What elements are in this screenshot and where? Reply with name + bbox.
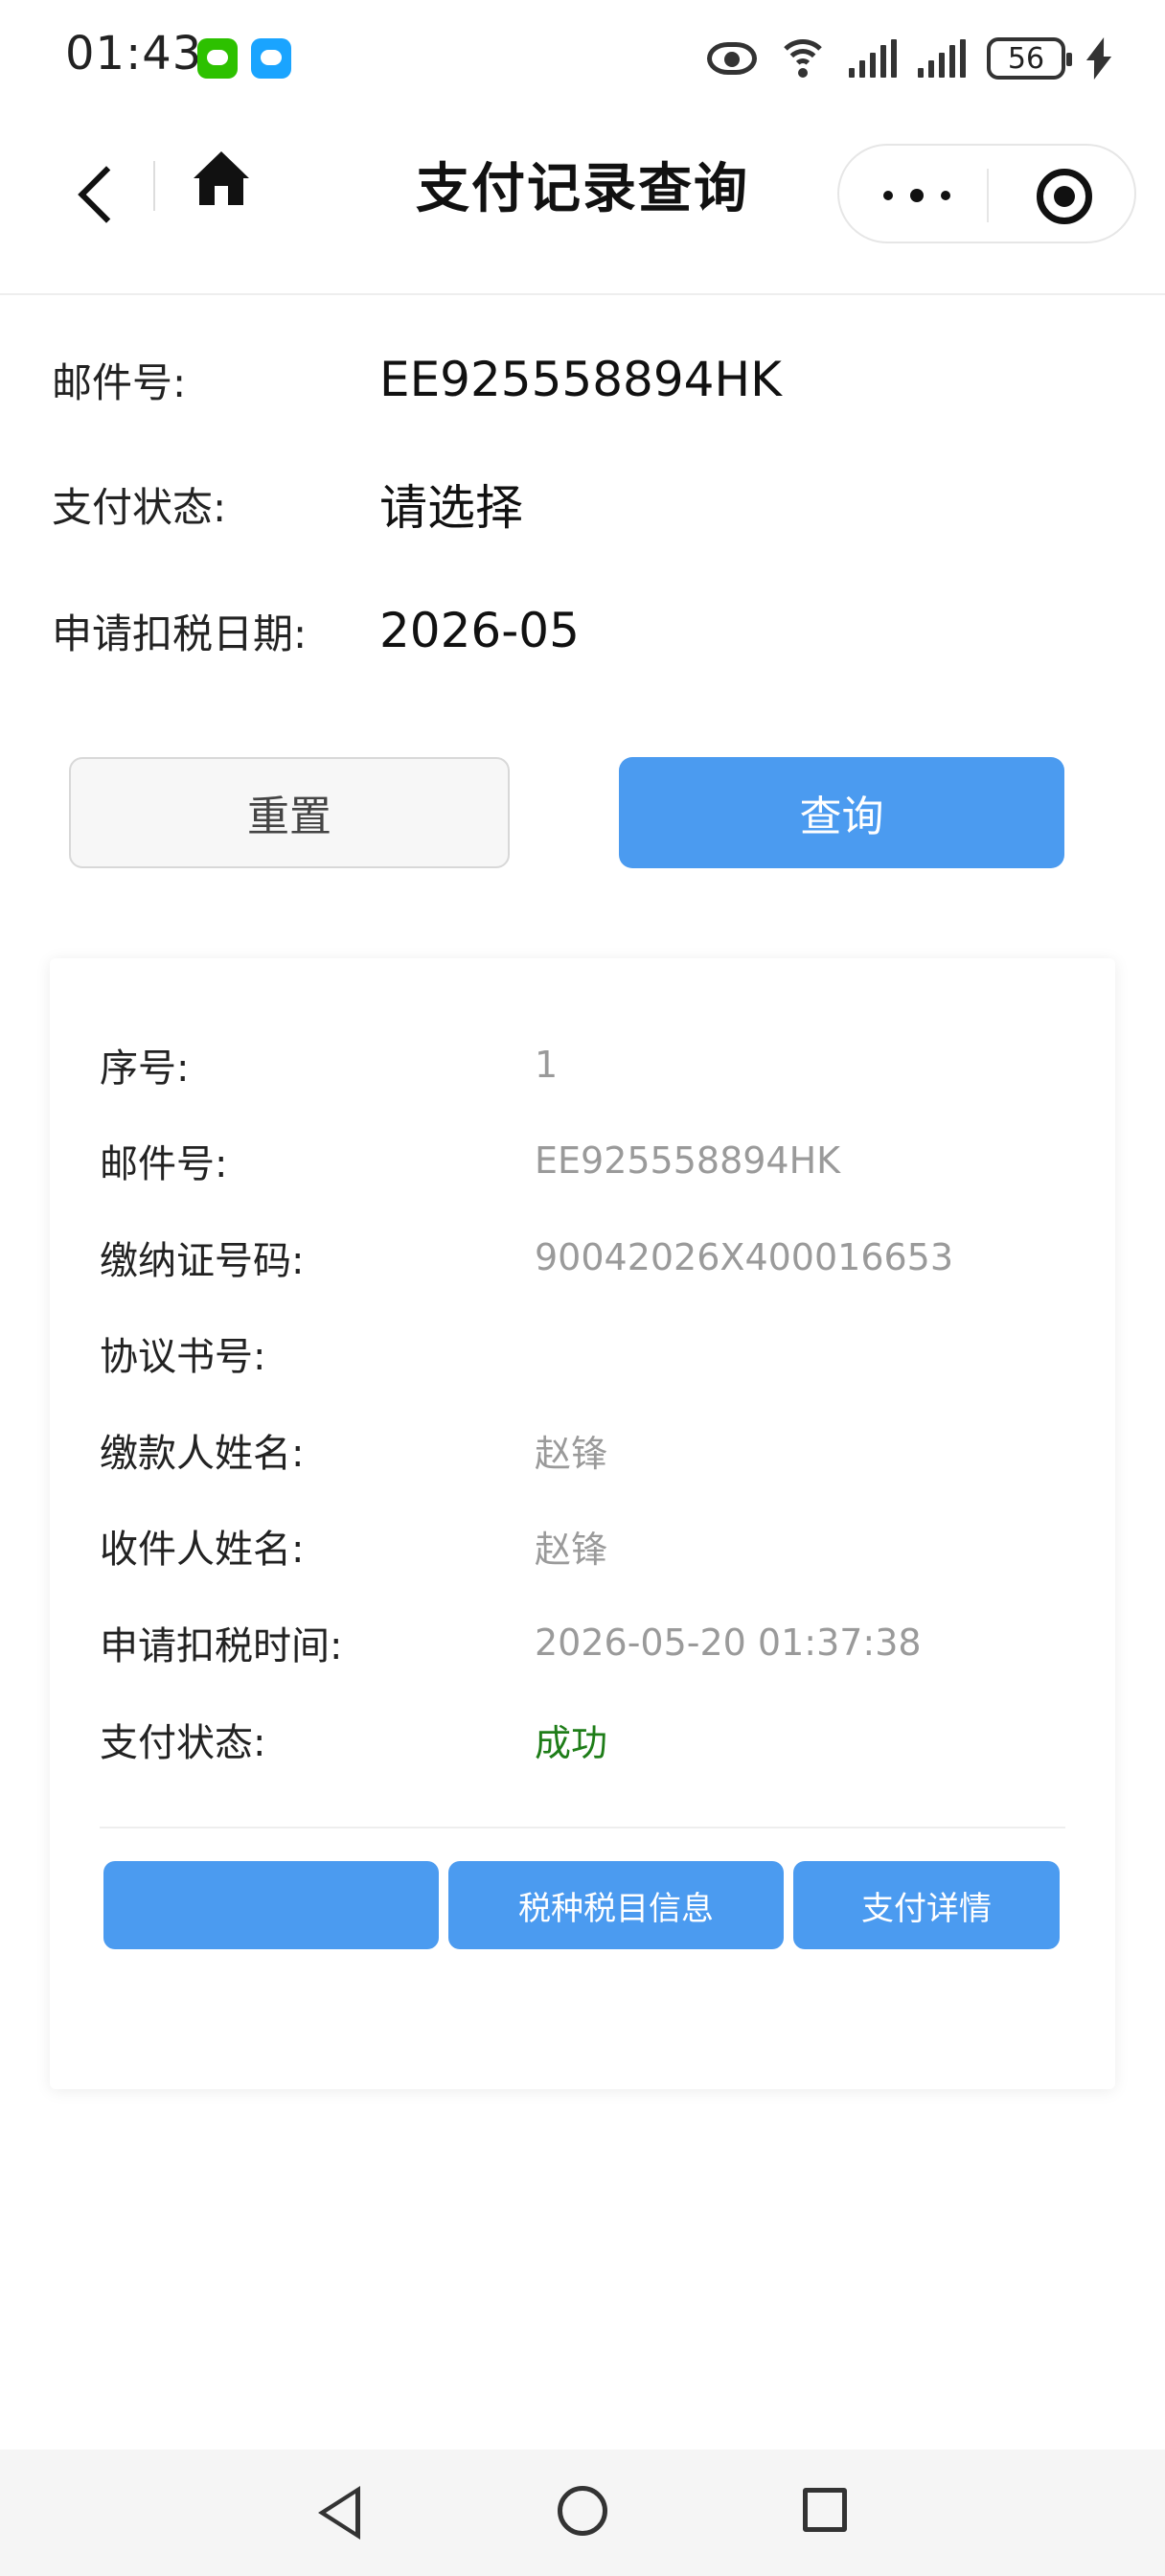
eye-icon bbox=[707, 42, 757, 75]
wechat-icon bbox=[197, 38, 238, 79]
capsule-divider bbox=[987, 169, 989, 222]
nav-bar: 支付记录查询 bbox=[0, 115, 1165, 295]
query-button[interactable]: 查询 bbox=[619, 757, 1064, 868]
system-recents-icon[interactable] bbox=[803, 2488, 847, 2532]
signal-icon bbox=[918, 39, 966, 78]
record-label: 支付状态: bbox=[100, 1721, 266, 1765]
record-label: 缴款人姓名: bbox=[100, 1432, 305, 1476]
card-divider bbox=[100, 1827, 1065, 1828]
battery-level: 56 bbox=[1007, 41, 1045, 76]
wifi-icon bbox=[778, 37, 828, 80]
record-value: 赵锋 bbox=[535, 1432, 608, 1475]
reset-button[interactable]: 重置 bbox=[69, 757, 510, 868]
form-row-apply-date: 申请扣税日期: 2026-05 bbox=[52, 592, 1106, 669]
record-label: 协议书号: bbox=[100, 1335, 266, 1379]
record-value: 2026-05-20 01:37:38 bbox=[535, 1622, 922, 1664]
record-row-payer-name: 缴款人姓名: 赵锋 bbox=[100, 1416, 1067, 1484]
record-row-recipient-name: 收件人姓名: 赵锋 bbox=[100, 1512, 1067, 1579]
record-value: EE925558894HK bbox=[535, 1139, 841, 1182]
record-value: 1 bbox=[535, 1044, 559, 1086]
record-action-button[interactable] bbox=[103, 1861, 439, 1949]
record-value: 90042026X400016653 bbox=[535, 1236, 954, 1278]
record-row-certificate-no: 缴纳证号码: 90042026X400016653 bbox=[100, 1224, 1067, 1291]
target-icon[interactable] bbox=[1037, 169, 1092, 224]
message-icon bbox=[251, 38, 291, 79]
record-label: 序号: bbox=[100, 1046, 190, 1091]
tax-item-info-button[interactable]: 税种税目信息 bbox=[448, 1861, 784, 1949]
mail-no-label: 邮件号: bbox=[52, 358, 187, 406]
signal-icon bbox=[849, 39, 897, 78]
payment-detail-button[interactable]: 支付详情 bbox=[793, 1861, 1060, 1949]
status-time: 01:43 bbox=[65, 27, 203, 80]
record-label: 缴纳证号码: bbox=[100, 1239, 305, 1283]
pay-status-label: 支付状态: bbox=[52, 483, 227, 531]
record-value: 赵锋 bbox=[535, 1528, 608, 1571]
mail-no-input[interactable]: EE925558894HK bbox=[379, 352, 782, 407]
apply-date-label: 申请扣税日期: bbox=[52, 610, 308, 657]
battery-icon: 56 bbox=[987, 37, 1072, 80]
record-row-mail-no: 邮件号: EE925558894HK bbox=[100, 1127, 1067, 1194]
charging-icon bbox=[1086, 37, 1108, 80]
system-home-icon[interactable] bbox=[558, 2486, 607, 2536]
pay-status-select[interactable]: 请选择 bbox=[379, 470, 523, 539]
record-label: 申请扣税时间: bbox=[100, 1624, 343, 1668]
status-badge: 成功 bbox=[535, 1721, 608, 1764]
record-row-index: 序号: 1 bbox=[100, 1031, 1067, 1098]
mini-program-capsule bbox=[837, 144, 1136, 243]
more-icon[interactable] bbox=[883, 182, 950, 209]
form-row-mail-no: 邮件号: EE925558894HK bbox=[52, 341, 1106, 418]
system-nav-bar bbox=[0, 2450, 1165, 2576]
status-indicators: 56 bbox=[707, 34, 1108, 82]
form-row-pay-status: 支付状态: 请选择 bbox=[52, 466, 1106, 542]
record-label: 邮件号: bbox=[100, 1142, 228, 1186]
apply-date-picker[interactable]: 2026-05 bbox=[379, 603, 580, 658]
status-bar: 01:43 56 bbox=[0, 0, 1165, 115]
system-back-icon[interactable] bbox=[318, 2486, 360, 2540]
record-row-agreement-no: 协议书号: bbox=[100, 1320, 1067, 1387]
record-card: 序号: 1 邮件号: EE925558894HK 缴纳证号码: 90042026… bbox=[50, 958, 1115, 2089]
record-row-pay-status: 支付状态: 成功 bbox=[100, 1706, 1067, 1773]
record-row-apply-time: 申请扣税时间: 2026-05-20 01:37:38 bbox=[100, 1609, 1067, 1676]
record-label: 收件人姓名: bbox=[100, 1528, 305, 1572]
